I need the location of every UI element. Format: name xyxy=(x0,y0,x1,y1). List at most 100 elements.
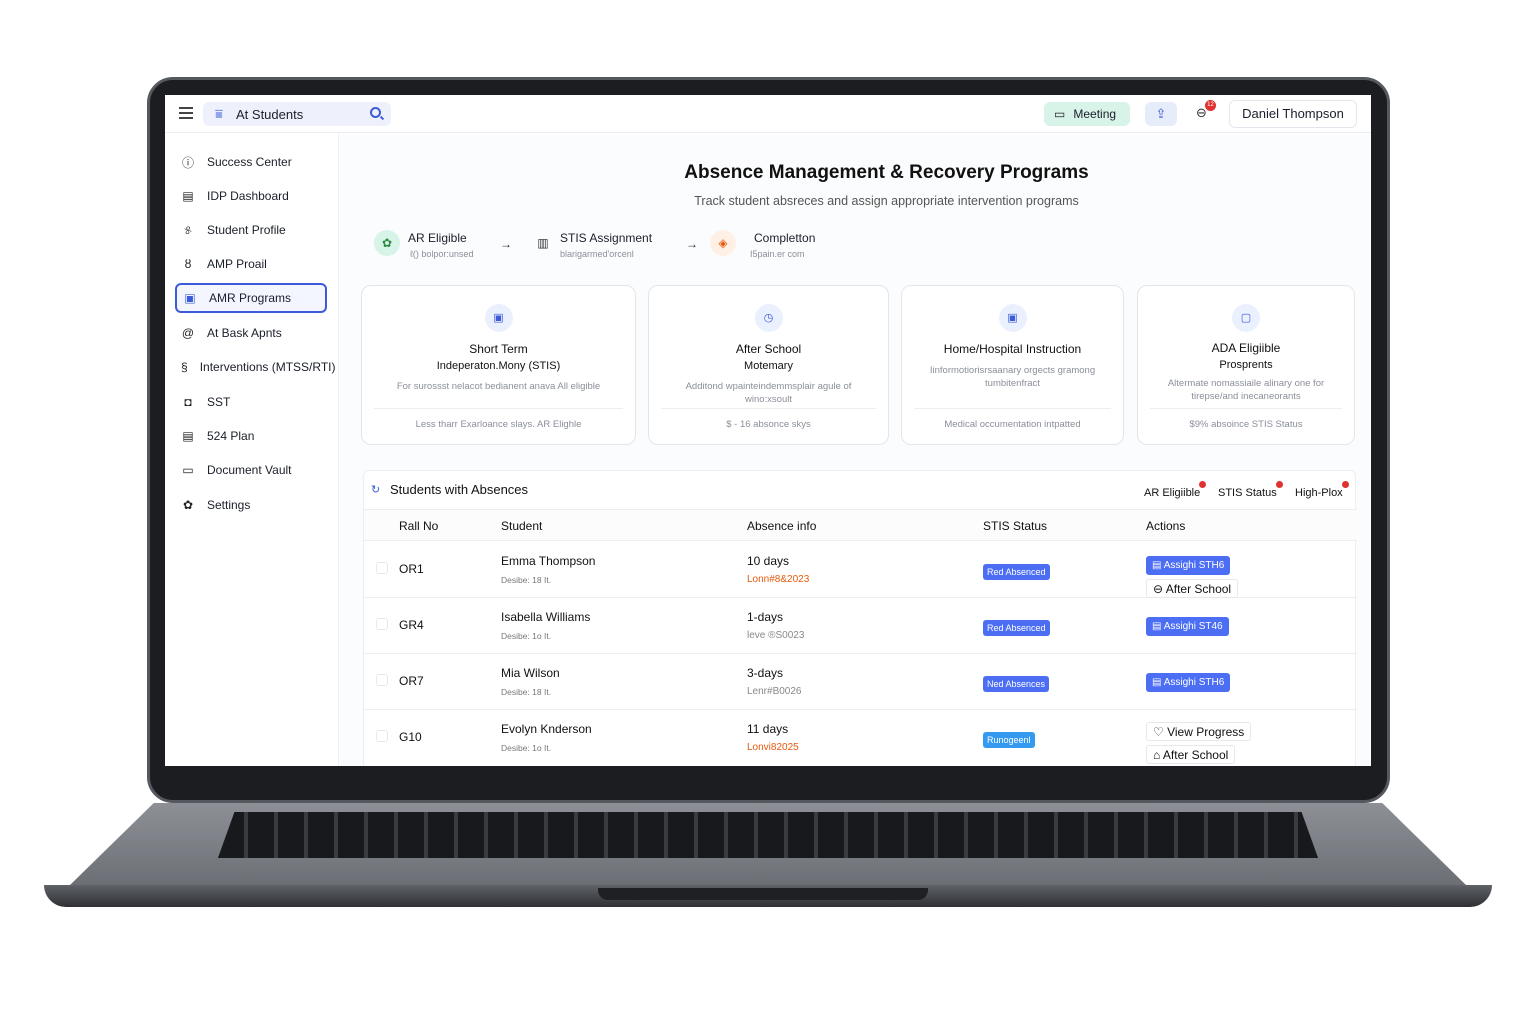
row-checkbox[interactable] xyxy=(376,618,388,630)
app-screen: ⩸ At Students ▭ Meeting ⇪ ⊖ 12 Daniel Th… xyxy=(165,95,1371,766)
sidebar-item-label: SST xyxy=(207,395,231,409)
student-name[interactable]: Emma Thompson xyxy=(501,554,595,568)
top-bar: ⩸ At Students ▭ Meeting ⇪ ⊖ 12 Daniel Th… xyxy=(165,95,1371,133)
student-meta: Desibe: 1o It. xyxy=(501,743,552,753)
student-name[interactable]: Isabella Williams xyxy=(501,610,590,624)
column-header[interactable]: Rall No xyxy=(399,519,438,533)
card-divider xyxy=(914,408,1111,409)
refresh-icon: ↻ xyxy=(371,484,381,496)
view-progress-button[interactable]: ♡ View Progress xyxy=(1146,722,1252,741)
card-subtitle: Indeperaton.Mony (STIS) xyxy=(436,360,561,372)
filter-dot xyxy=(1199,481,1207,488)
arrow-right-icon: → xyxy=(500,237,512,251)
row-checkbox[interactable] xyxy=(376,730,388,742)
column-header[interactable]: Student xyxy=(501,519,542,533)
sidebar-item-settings[interactable]: ✿ Settings xyxy=(175,490,327,520)
card-title: Home/Hospital Instruction xyxy=(943,342,1082,356)
sidebar-item-student-profile[interactable]: ୫ Student Profile xyxy=(175,215,327,245)
folder-icon: ▭ xyxy=(182,463,194,477)
table-row: G10 Evolyn Knderson Desibe: 1o It. 11 da… xyxy=(364,710,1357,766)
button-label: Assighi STH6 xyxy=(1163,677,1225,688)
meeting-label: Meeting xyxy=(1073,107,1117,121)
upload-icon[interactable]: ⇪ xyxy=(1145,102,1177,126)
people-icon: ȣ xyxy=(184,257,192,271)
absence-days: 11 days xyxy=(747,722,789,736)
card-description: Iinformotiorisrsaanary orgects gramong t… xyxy=(929,365,1096,389)
filter-stis-status[interactable]: STIS Status xyxy=(1218,481,1283,499)
filter-icon: ⩸ xyxy=(215,106,223,121)
program-card-ada-eligible[interactable]: ▢ ADA Eligiible Prosprents Altermate nom… xyxy=(1137,285,1355,445)
user-menu-button[interactable]: Daniel Thompson xyxy=(1229,100,1357,128)
calendar-icon: ▢ xyxy=(1232,304,1260,332)
absence-date: Lenr#B0026 xyxy=(747,686,802,697)
card-description: For surossst nelacot bedianent anava All… xyxy=(396,381,601,392)
meeting-button[interactable]: ▭ Meeting xyxy=(1044,102,1130,126)
students-table-panel: ↻ Students with Absences AR Eligiible ST… xyxy=(363,470,1357,766)
student-name[interactable]: Evolyn Knderson xyxy=(501,722,592,736)
column-header[interactable]: STIS Status xyxy=(983,519,1047,533)
student-meta: Desibe: 18 It. xyxy=(501,575,552,585)
button-label: After School xyxy=(1165,582,1232,596)
status-badge: Red Absenced xyxy=(983,620,1050,636)
student-meta: Desibe: 1o It. xyxy=(501,631,552,641)
sidebar-item-sst[interactable]: ◘ SST xyxy=(175,387,327,417)
card-divider xyxy=(661,408,876,409)
sidebar-item-idp-dashboard[interactable]: ▤ IDP Dashboard xyxy=(175,181,327,211)
chat-icon: ▭ xyxy=(1054,107,1066,121)
table-row: GR4 Isabella Williams Desibe: 1o It. 1-d… xyxy=(364,598,1357,654)
search-value: At Students xyxy=(236,107,304,122)
status-badge: Runogeenl xyxy=(983,732,1035,748)
sidebar-item-amp-proail[interactable]: ȣ AMP Proail xyxy=(175,249,327,279)
card-footer: $9% absoince STIS Status xyxy=(1189,419,1303,430)
program-card-short-term[interactable]: ▣ Short Term Indeperaton.Mony (STIS) For… xyxy=(361,285,636,445)
status-badge: Red Absenced xyxy=(983,564,1050,580)
program-card-after-school[interactable]: ◷ After School Motemary Additond wpainte… xyxy=(648,285,889,445)
sidebar-item-amr-programs[interactable]: ▣ AMR Programs xyxy=(175,283,327,313)
step-sub: I5pain.er com xyxy=(750,249,805,259)
filter-high-plox[interactable]: High-Plox xyxy=(1295,481,1349,499)
after-school-button[interactable]: ⊖ After School xyxy=(1146,579,1239,598)
filter-ar-eligible[interactable]: AR Eligiible xyxy=(1144,481,1207,499)
page-subtitle: Track student absreces and assign approp… xyxy=(694,194,1079,208)
sidebar-item-interventions[interactable]: § Interventions (MTSS/RTI) xyxy=(175,352,336,382)
sidebar-item-document-vault[interactable]: ▭ Document Vault xyxy=(175,455,327,485)
sidebar-item-label: At Bask Apnts xyxy=(207,326,282,340)
book-icon: ▣ xyxy=(484,304,513,332)
sidebar-item-label: Document Vault xyxy=(207,463,292,477)
step-label: Completton xyxy=(754,231,816,245)
student-name[interactable]: Mia Wilson xyxy=(501,666,560,680)
row-checkbox[interactable] xyxy=(376,674,388,686)
search-icon[interactable] xyxy=(370,107,381,118)
menu-icon[interactable] xyxy=(179,107,193,119)
card-title: ADA Eligiible xyxy=(1211,341,1281,355)
sidebar-item-at-bask-apnts[interactable]: @ At Bask Apnts xyxy=(175,318,327,348)
sidebar-item-label: Student Profile xyxy=(207,223,286,237)
absence-days: 10 days xyxy=(747,554,790,568)
gear-icon: ✿ xyxy=(182,498,194,512)
clock-icon: ◷ xyxy=(754,304,783,332)
program-card-home-hospital[interactable]: ▣ Home/Hospital Instruction Iinformotior… xyxy=(901,285,1124,445)
grid-icon: ▥ xyxy=(537,236,549,250)
filter-label: AR Eligiible xyxy=(1144,487,1201,499)
card-title: After School xyxy=(735,342,802,356)
assign-stis-button[interactable]: ▤ Assighi ST46 xyxy=(1146,617,1229,636)
notification-badge: 12 xyxy=(1205,100,1216,111)
arrow-right-icon: → xyxy=(686,237,698,251)
status-badge: Ned Absences xyxy=(983,676,1050,692)
sidebar-item-success-center[interactable]: ⓘ Success Center xyxy=(175,147,327,177)
column-header[interactable]: Absence info xyxy=(747,519,816,533)
filter-label: High-Plox xyxy=(1295,487,1343,499)
absence-date: Lonn#8&2023 xyxy=(747,574,810,585)
sidebar-item-524-plan[interactable]: ▤ 524 Plan xyxy=(175,421,327,451)
leaf-icon: ✿ xyxy=(374,230,400,256)
assign-stis-button[interactable]: ▤ Assighi STH6 xyxy=(1146,673,1231,692)
search-input[interactable]: ⩸ At Students xyxy=(203,102,391,126)
table-row: OR1 Emma Thompson Desibe: 18 It. 10 days… xyxy=(364,542,1357,598)
step-label: AR Eligible xyxy=(408,231,467,245)
row-checkbox[interactable] xyxy=(376,562,388,574)
filter-label: STIS Status xyxy=(1218,487,1277,499)
card-description: Additond wpainteindemmsplair agule of wi… xyxy=(685,381,852,405)
at-icon: @ xyxy=(181,326,195,340)
after-school-button[interactable]: ⌂ After School xyxy=(1146,745,1236,764)
assign-stis-button[interactable]: ▤ Assighi STH6 xyxy=(1146,556,1231,575)
